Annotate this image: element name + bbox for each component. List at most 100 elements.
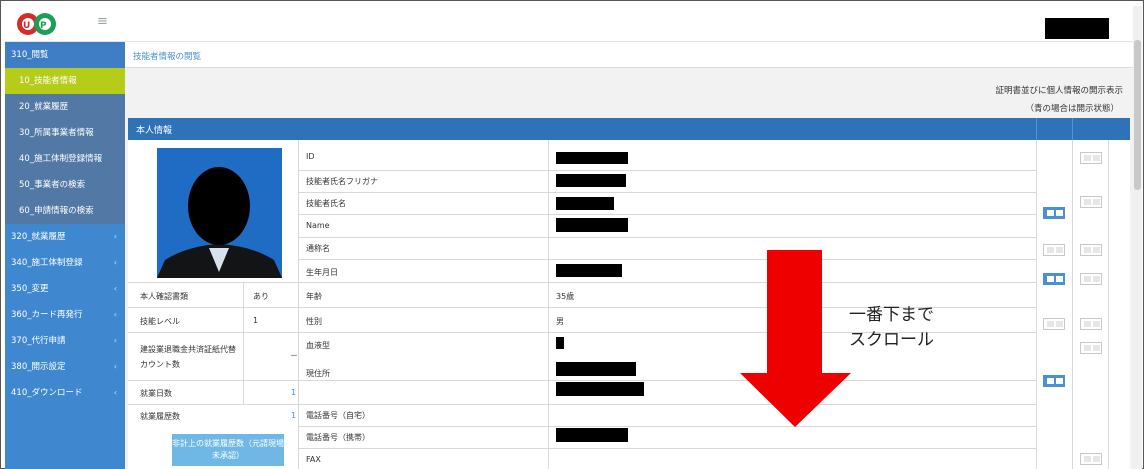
main-content: 技能者情報の閲覧 証明書並びに個人情報の開示表示 （青の場合は開示状態） 本人情… [125,42,1133,469]
sidebar-item-label: 360_カード再発行 [11,310,83,320]
furigana-label: 技能者氏名フリガナ [306,177,378,186]
divider [1108,140,1109,469]
name-en-value-redacted [556,218,628,232]
hamburger-icon[interactable]: ≡ [97,15,111,29]
scrollbar[interactable] [1133,6,1142,469]
sidebar-item-370[interactable]: 370_代行申請 ‹ [5,328,125,354]
sex-value: 男 [556,317,564,326]
disclosure-toggle-sex[interactable] [1043,318,1065,330]
chevron-left-icon: ‹ [113,232,117,241]
divider [1072,118,1073,140]
address-line1-redacted [556,362,636,376]
divider [128,380,1036,381]
sidebar-item-label: 60_申請情報の検索 [19,206,94,216]
certificate-toggle-sex[interactable] [1080,318,1102,330]
certificate-toggle-name[interactable] [1080,196,1102,208]
certificate-toggle-alias[interactable] [1080,244,1102,256]
sidebar-item-label: 410_ダウンロード [11,388,83,398]
sidebar: 310_閲覧 10_技能者情報 20_就業履歴 30_所属事業者情報 40_施工… [5,42,125,469]
chevron-left-icon: ‹ [113,388,117,397]
chevron-left-icon: ‹ [113,362,117,371]
personal-info-panel: 本人情報 本人確認書類 あり 技能レベル 1 建設業退職金共済証紙代替カウント数… [128,118,1130,469]
sidebar-item-application-search[interactable]: 60_申請情報の検索 [5,198,125,224]
work-history-count-value[interactable]: 1 [291,411,296,420]
breadcrumb-bar: 技能者情報の閲覧 [125,42,1133,68]
ucp-logo[interactable]: U P [15,11,79,37]
age-value: 35歳 [556,292,575,301]
divider [298,214,1036,215]
divider [1036,118,1037,140]
disclosure-toggle-alias[interactable] [1043,244,1065,256]
work-days-label: 就業日数 [140,389,172,398]
divider [298,259,1036,260]
breadcrumb[interactable]: 技能者情報の閲覧 [133,50,201,62]
sidebar-item-company-search[interactable]: 50_事業者の検索 [5,172,125,198]
chevron-left-icon: ‹ [113,310,117,319]
chevron-left-icon: ‹ [113,258,117,267]
divider [298,140,299,469]
disclosure-subtitle: （青の場合は開示状態） [1025,104,1119,114]
sidebar-item-label: 40_施工体制登録情報 [19,154,103,164]
sidebar-item-410[interactable]: 410_ダウンロード ‹ [5,380,125,406]
divider [1072,140,1073,469]
disclosure-title: 証明書並びに個人情報の開示表示 [995,86,1123,96]
sidebar-item-company-info[interactable]: 30_所属事業者情報 [5,120,125,146]
retirement-stamp-label: 建設業退職金共済証紙代替カウント数 [140,345,236,369]
address-line2-redacted [556,382,644,396]
skill-level-value: 1 [253,316,259,325]
sidebar-item-label: 350_変更 [11,284,49,294]
disclosure-toggle-address[interactable] [1043,375,1065,387]
birthdate-value-redacted [556,264,622,277]
panel-title: 本人情報 [136,126,173,136]
sidebar-item-350[interactable]: 350_変更 ‹ [5,276,125,302]
chevron-left-icon: ‹ [113,284,117,293]
skill-level-label: 技能レベル [140,317,180,326]
divider [298,426,1036,427]
sidebar-item-construction-system[interactable]: 40_施工体制登録情報 [5,146,125,172]
id-document-value: あり [253,292,269,301]
id-document-label: 本人確認書類 [140,292,188,301]
profile-photo [157,148,282,278]
id-value-redacted [556,152,628,164]
chevron-left-icon: ‹ [113,336,117,345]
sidebar-item-label: 340_施工体制登録 [11,258,83,268]
work-days-value[interactable]: 1 [291,388,296,397]
disclosure-toggle-name[interactable] [1043,207,1065,219]
divider [298,448,1036,449]
sidebar-item-label: 380_開示設定 [11,362,66,372]
blood-type-value-redacted [556,337,564,349]
sidebar-item-work-history[interactable]: 20_就業履歴 [5,94,125,120]
disclosure-toggle-birthdate[interactable] [1043,273,1065,285]
sidebar-item-technician-info[interactable]: 10_技能者情報 [5,68,125,94]
name-jp-label: 技能者氏名 [306,199,346,208]
sidebar-item-320[interactable]: 320_就業履歴 ‹ [5,224,125,250]
certificate-toggle-id[interactable] [1080,152,1102,164]
sidebar-item-340[interactable]: 340_施工体制登録 ‹ [5,250,125,276]
divider [1036,140,1037,469]
home-phone-label: 電話番号（自宅） [306,411,370,420]
divider [298,237,1036,238]
sidebar-item-380[interactable]: 380_開示設定 ‹ [5,354,125,380]
sidebar-item-360[interactable]: 360_カード再発行 ‹ [5,302,125,328]
sidebar-item-label: 320_就業履歴 [11,232,66,242]
certificate-toggle-birthdate[interactable] [1080,273,1102,285]
sex-label: 性別 [306,317,322,326]
mobile-phone-label: 電話番号（携帯） [306,433,370,442]
certificate-toggle-fax[interactable] [1080,453,1102,465]
divider [128,404,1036,405]
unrecorded-history-button[interactable]: 非計上の就業履歴数（元請現場未承認） [172,434,284,466]
sidebar-item-label: 50_事業者の検索 [19,180,86,190]
sidebar-item-310-browse[interactable]: 310_閲覧 [5,42,125,68]
scrollbar-thumb[interactable] [1134,40,1141,190]
divider [298,192,1036,193]
certificate-toggle-blood[interactable] [1080,342,1102,354]
furigana-value-redacted [556,174,626,187]
divider [128,282,1036,283]
mobile-phone-value-redacted [556,428,628,442]
panel-header: 本人情報 [128,118,1130,140]
divider [548,140,549,469]
sidebar-item-label: 370_代行申請 [11,336,66,346]
work-history-count-label: 就業履歴数 [140,412,180,421]
fax-label: FAX [306,455,321,464]
user-name-redacted[interactable] [1045,18,1109,39]
